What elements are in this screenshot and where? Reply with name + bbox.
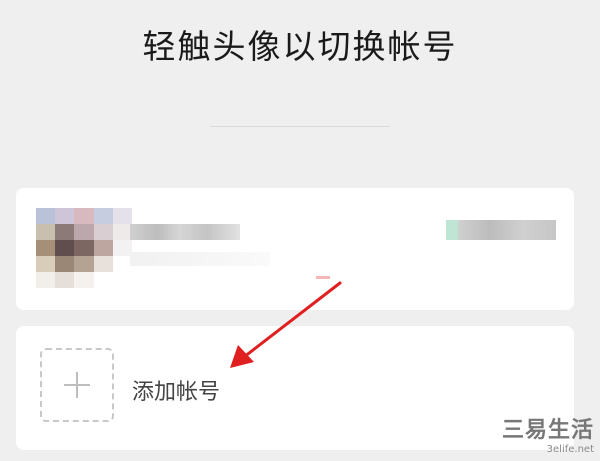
account-status-redacted [446,220,556,240]
page-title: 轻触头像以切换帐号 [142,27,458,66]
current-account-card[interactable] [16,188,574,310]
watermark-text: 三易生活 [501,418,594,443]
divider [210,126,390,127]
avatar[interactable] [36,208,132,288]
plus-icon [64,372,90,398]
add-account-label: 添加帐号 [132,380,221,405]
account-id-redacted [130,252,270,266]
watermark: 三易生活 3elife.net [502,412,594,455]
add-account-card[interactable]: 添加帐号 [16,326,574,450]
account-switch-screen: 轻触头像以切换帐号 添加帐号 三易生活 3elife.net [0,0,600,461]
add-account-button[interactable] [40,348,114,422]
watermark-site: 3elife.net [546,444,594,455]
decoration-mark [316,276,330,279]
account-name-redacted [130,224,240,240]
